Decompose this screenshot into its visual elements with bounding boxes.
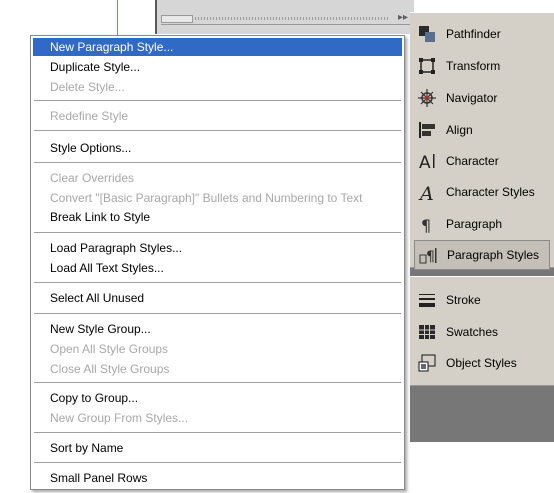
pathfinder-icon bbox=[419, 26, 435, 42]
menu-item-clear-overrides[interactable]: Clear Overrides bbox=[33, 169, 402, 187]
menu-item-duplicate-style[interactable]: Duplicate Style... bbox=[33, 58, 402, 76]
dock-item-label: Character Styles bbox=[446, 185, 535, 199]
navigator-icon bbox=[418, 89, 436, 107]
menu-item-convert-bullets[interactable]: Convert "[Basic Paragraph]" Bullets and … bbox=[33, 189, 402, 207]
dock-item-label: Paragraph bbox=[446, 217, 503, 231]
dock-item-label: Transform bbox=[446, 59, 501, 73]
svg-text:A: A bbox=[419, 153, 431, 171]
dock-item-align[interactable]: Align bbox=[414, 115, 550, 145]
transform-icon bbox=[419, 58, 435, 74]
menu-item-sort-by-name[interactable]: Sort by Name bbox=[33, 439, 402, 457]
menu-separator bbox=[34, 130, 401, 131]
dock-item-label: Character bbox=[446, 154, 499, 168]
dock-item-swatches[interactable]: Swatches bbox=[414, 317, 550, 347]
panel-divider bbox=[161, 24, 414, 25]
menu-item-select-all-unused[interactable]: Select All Unused bbox=[33, 289, 402, 307]
menu-separator bbox=[34, 282, 401, 283]
dock-item-navigator[interactable]: Navigator bbox=[414, 83, 550, 113]
character-styles-icon: A bbox=[418, 183, 434, 202]
collapse-panels-icon[interactable]: ▸▸ bbox=[398, 12, 408, 23]
dock-item-character[interactable]: A Character bbox=[414, 146, 550, 176]
menu-item-copy-to-group[interactable]: Copy to Group... bbox=[33, 389, 402, 407]
menu-separator bbox=[34, 100, 401, 101]
dock-item-label: Align bbox=[446, 123, 473, 137]
stroke-icon bbox=[419, 294, 435, 307]
paragraph-styles-panel-menu: New Paragraph Style... Duplicate Style..… bbox=[30, 35, 405, 490]
dock-group-1: Pathfinder Transform Navigator Align A C… bbox=[410, 12, 554, 270]
menu-item-new-paragraph-style[interactable]: New Paragraph Style... bbox=[33, 38, 402, 56]
panel-tab-stub bbox=[161, 15, 193, 23]
menu-separator bbox=[34, 313, 401, 314]
dock-item-label: Navigator bbox=[446, 91, 498, 105]
dock-item-stroke[interactable]: Stroke bbox=[414, 285, 550, 315]
dock-item-label: Paragraph Styles bbox=[447, 248, 540, 262]
menu-item-close-all-style-groups[interactable]: Close All Style Groups bbox=[33, 360, 402, 378]
dock-item-transform[interactable]: Transform bbox=[414, 51, 550, 81]
dock-group-2: Stroke Swatches Object Styles bbox=[410, 276, 554, 386]
menu-separator bbox=[34, 432, 401, 433]
menu-separator bbox=[34, 162, 401, 163]
align-icon bbox=[419, 122, 435, 138]
document-guide-line bbox=[117, 0, 118, 38]
dock-item-label: Stroke bbox=[446, 293, 481, 307]
menu-item-delete-style[interactable]: Delete Style... bbox=[33, 78, 402, 96]
menu-item-new-group-from-styles[interactable]: New Group From Styles... bbox=[33, 409, 402, 427]
menu-item-new-style-group[interactable]: New Style Group... bbox=[33, 320, 402, 338]
background-panel-tab: ▸▸ bbox=[155, 0, 414, 34]
character-icon: A bbox=[419, 153, 435, 171]
object-styles-icon bbox=[418, 354, 436, 372]
menu-separator bbox=[34, 382, 401, 383]
svg-text:A: A bbox=[418, 183, 434, 202]
menu-item-load-paragraph-styles[interactable]: Load Paragraph Styles... bbox=[33, 239, 402, 257]
paragraph-styles-icon: ¶ bbox=[419, 248, 437, 265]
paragraph-icon: ¶ bbox=[421, 216, 431, 234]
dock-item-pathfinder[interactable]: Pathfinder bbox=[414, 19, 550, 49]
menu-separator bbox=[34, 462, 401, 463]
dock-item-paragraph[interactable]: ¶ Paragraph bbox=[414, 209, 550, 239]
swatches-icon bbox=[419, 325, 435, 339]
svg-text:¶: ¶ bbox=[426, 249, 435, 265]
dock-item-label: Swatches bbox=[446, 325, 499, 339]
svg-text:¶: ¶ bbox=[421, 216, 431, 234]
menu-item-small-panel-rows[interactable]: Small Panel Rows bbox=[33, 469, 402, 487]
menu-item-redefine-style[interactable]: Redefine Style bbox=[33, 107, 402, 125]
dock-item-label: Object Styles bbox=[446, 356, 517, 370]
panel-grip[interactable] bbox=[195, 17, 390, 20]
dock-item-paragraph-styles[interactable]: ¶ Paragraph Styles bbox=[414, 240, 550, 270]
menu-item-break-link[interactable]: Break Link to Style bbox=[33, 208, 402, 226]
dock-item-label: Pathfinder bbox=[446, 27, 501, 41]
dock-item-object-styles[interactable]: Object Styles bbox=[414, 348, 550, 378]
menu-separator bbox=[34, 232, 401, 233]
panel-dock: Pathfinder Transform Navigator Align A C… bbox=[410, 12, 554, 442]
menu-item-open-all-style-groups[interactable]: Open All Style Groups bbox=[33, 340, 402, 358]
dock-item-character-styles[interactable]: A Character Styles bbox=[414, 177, 550, 207]
menu-item-load-all-text-styles[interactable]: Load All Text Styles... bbox=[33, 259, 402, 277]
menu-item-style-options[interactable]: Style Options... bbox=[33, 139, 402, 157]
